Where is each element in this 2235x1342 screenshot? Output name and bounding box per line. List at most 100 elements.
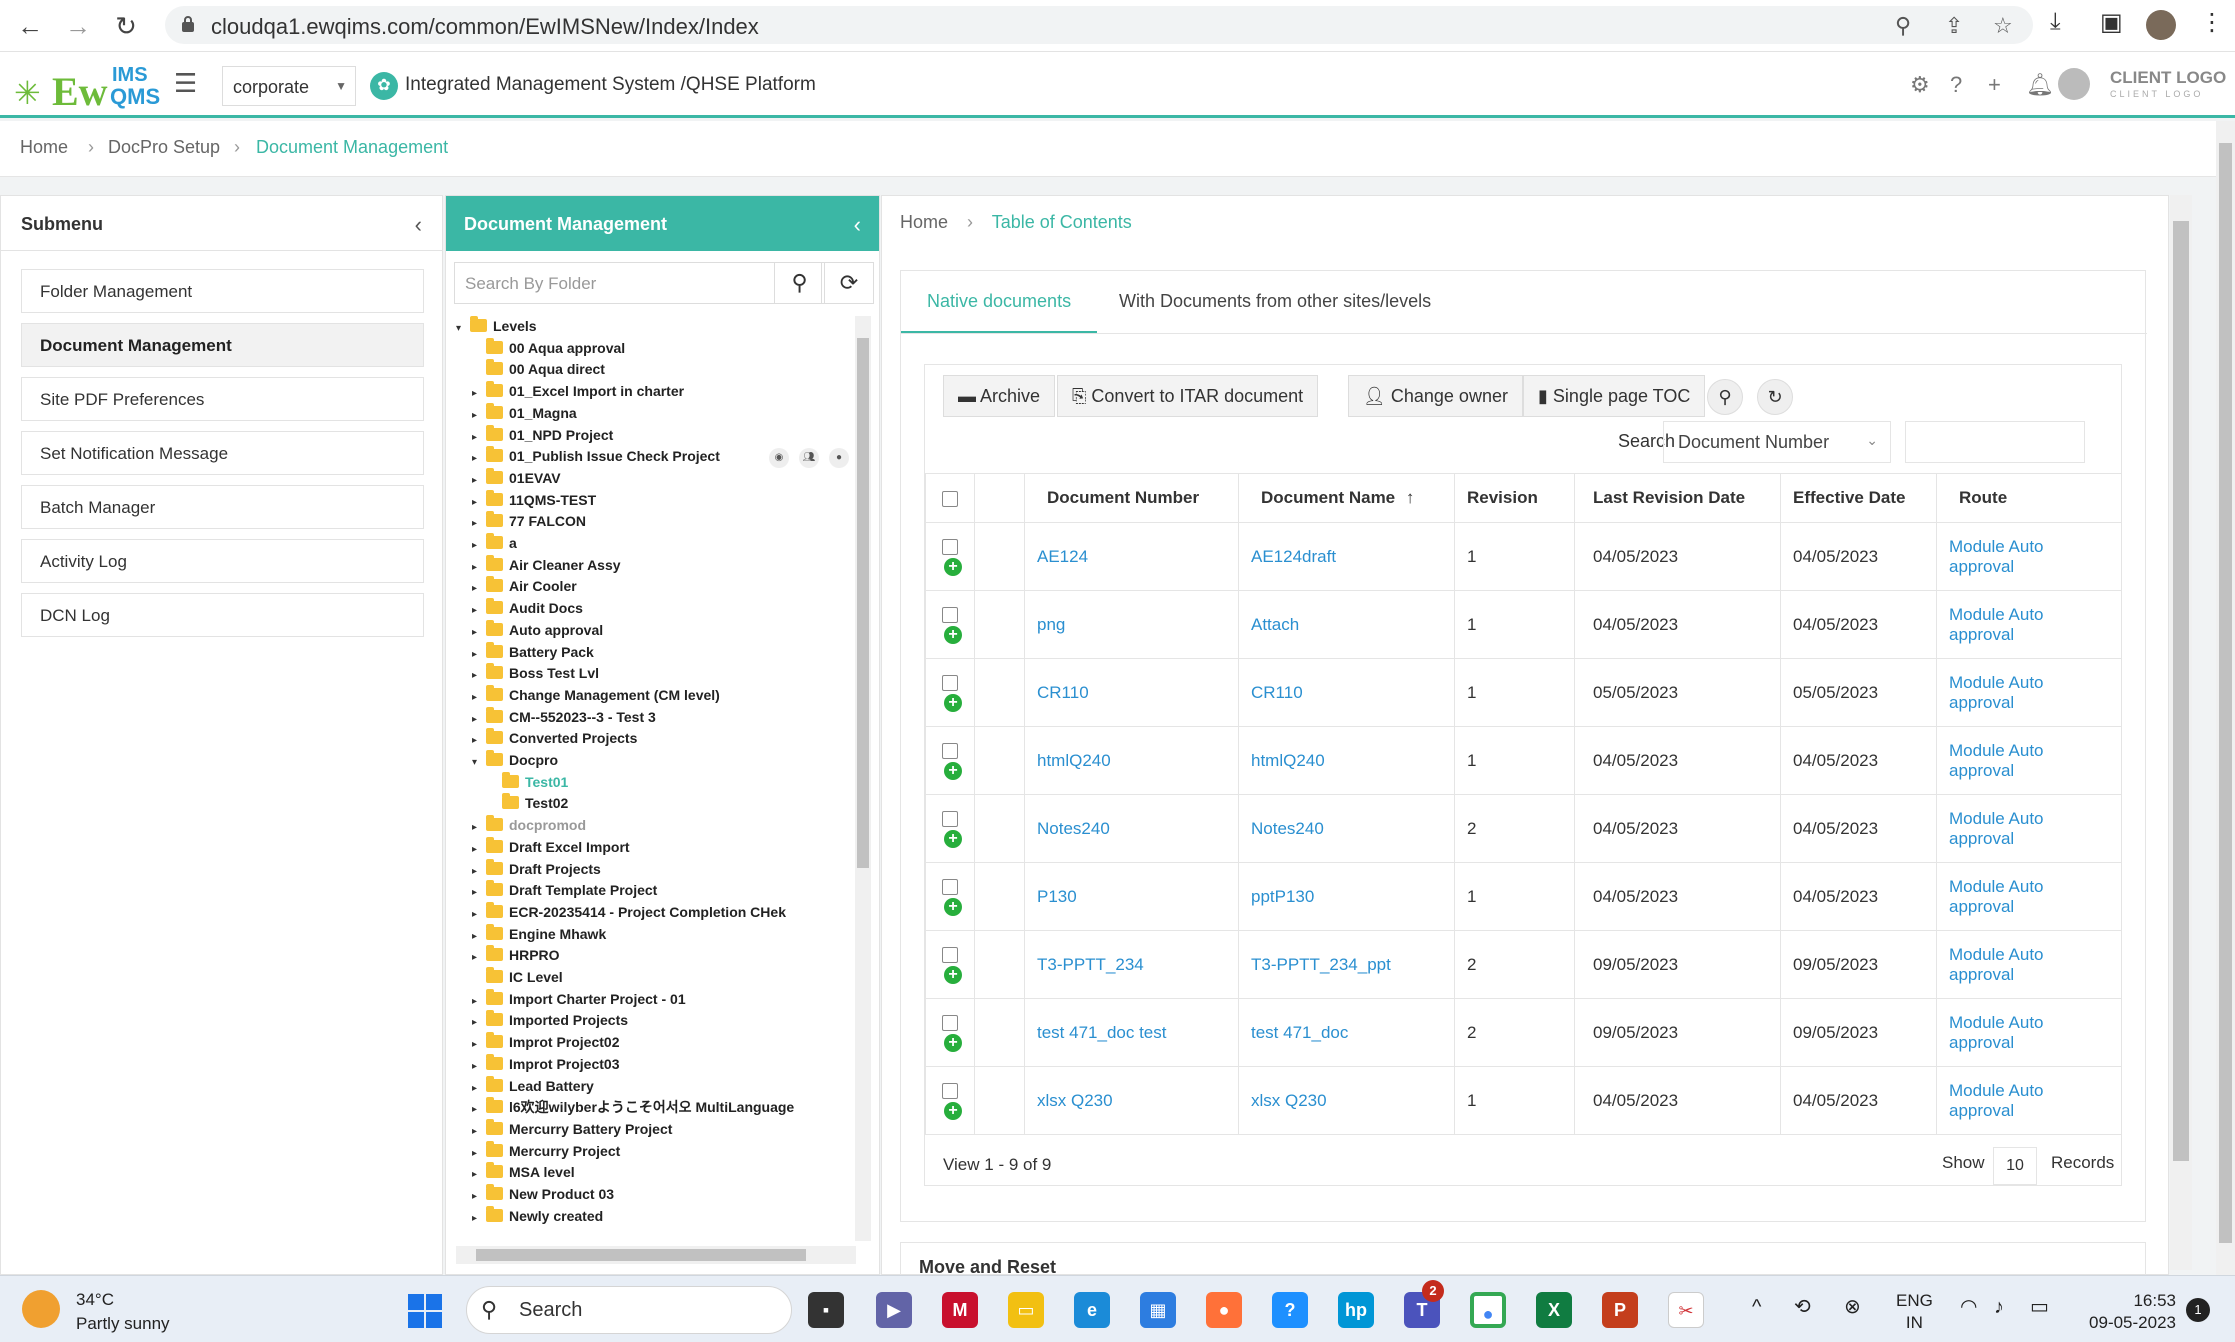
document-name-link[interactable]: xlsx Q230: [1251, 1091, 1327, 1110]
tree-node[interactable]: ▸ ECR-20235414 - Project Completion CHek: [472, 901, 786, 923]
document-number-link[interactable]: htmlQ240: [1037, 751, 1111, 770]
chrome-icon[interactable]: ●: [1470, 1292, 1506, 1328]
select-all-checkbox[interactable]: [942, 490, 958, 507]
tree-node[interactable]: ▸ Improt Project03: [472, 1053, 619, 1075]
edge-icon[interactable]: e: [1074, 1292, 1110, 1328]
help-icon[interactable]: ?: [1950, 72, 1962, 98]
tree-node[interactable]: ▸ a: [472, 533, 517, 554]
tree-node[interactable]: ▸ Mercurry Battery Project: [472, 1118, 672, 1140]
notification-center-badge[interactable]: 1: [2186, 1298, 2210, 1322]
page-scrollbar[interactable]: [2216, 121, 2235, 1276]
tree-node[interactable]: ▸ 77 FALCON: [472, 511, 586, 532]
globe-icon[interactable]: ◉: [769, 448, 789, 468]
hamburger-menu-icon[interactable]: ☰: [174, 68, 197, 99]
refresh-icon[interactable]: ⟳: [824, 262, 874, 304]
share-icon[interactable]: ⇪: [1945, 13, 1963, 39]
help-app-icon[interactable]: ?: [1272, 1292, 1308, 1328]
scroll-thumb[interactable]: [857, 338, 869, 868]
expand-row-icon[interactable]: +: [944, 898, 962, 917]
route-link[interactable]: Module Auto approval: [1949, 605, 2044, 644]
taskbar-search[interactable]: ⚲ Search: [466, 1286, 792, 1334]
row-checkbox[interactable]: [942, 607, 958, 624]
expand-caret-icon[interactable]: ▸: [472, 557, 486, 578]
tree-node[interactable]: ▸ Auto approval: [472, 619, 603, 643]
expand-caret-icon[interactable]: ▸: [472, 622, 486, 643]
expand-caret-icon[interactable]: ▸: [472, 448, 486, 469]
document-number-link[interactable]: png: [1037, 615, 1065, 634]
expand-caret-icon[interactable]: ▸: [472, 665, 486, 686]
page-size-select[interactable]: 10: [1993, 1147, 2037, 1185]
tree-node[interactable]: ▸ MSA level: [472, 1162, 575, 1183]
expand-row-icon[interactable]: +: [944, 1034, 962, 1053]
firefox-icon[interactable]: ●: [1206, 1292, 1242, 1328]
forward-icon[interactable]: →: [62, 10, 94, 42]
tree-node[interactable]: ▸ Engine Mhawk: [472, 923, 606, 945]
sidepanel-icon[interactable]: ▣: [2100, 8, 2123, 37]
tree-node[interactable]: ▸ Boss Test Lvl: [472, 663, 599, 684]
user-avatar[interactable]: [2058, 68, 2090, 100]
single-page-toc-button[interactable]: ▮ Single page TOC: [1523, 375, 1706, 417]
submenu-item-batch-manager[interactable]: Batch Manager: [21, 485, 424, 529]
convert-itar-button[interactable]: ⎘ Convert to ITAR document: [1057, 375, 1319, 417]
tree-node[interactable]: ▸ Mercurry Project: [472, 1140, 620, 1162]
table-row[interactable]: + png Attach 1 04/05/2023 04/05/2023 Module Au…: [925, 590, 2122, 659]
tree-node[interactable]: Test02: [488, 793, 568, 814]
mcafee-icon[interactable]: M: [942, 1292, 978, 1328]
submenu-item-site-pdf-preferences[interactable]: Site PDF Preferences: [21, 377, 424, 421]
tree-node[interactable]: ▸ Draft Projects: [472, 858, 601, 880]
expand-caret-icon[interactable]: ▸: [472, 600, 486, 621]
document-name-link[interactable]: T3-PPTT_234_ppt: [1251, 955, 1391, 974]
row-checkbox[interactable]: [942, 811, 958, 828]
expand-caret-icon[interactable]: ▸: [472, 383, 486, 404]
expand-caret-icon[interactable]: ▸: [472, 1078, 486, 1099]
document-number-link[interactable]: Notes240: [1037, 819, 1110, 838]
row-checkbox[interactable]: [942, 879, 958, 896]
document-number-link[interactable]: CR110: [1037, 683, 1089, 702]
mcafee-tray-icon[interactable]: ⊗: [1844, 1296, 1861, 1318]
search-icon[interactable]: ⚲: [1707, 379, 1743, 415]
tree-node[interactable]: ▾ Levels: [456, 316, 537, 337]
change-owner-button[interactable]: 👤︎ Change owner: [1348, 375, 1523, 417]
expand-row-icon[interactable]: +: [944, 626, 962, 645]
reload-icon[interactable]: ↻: [110, 10, 142, 42]
tree-node[interactable]: ▸ docpromod: [472, 815, 586, 836]
more-menu-icon[interactable]: ⋮: [2200, 8, 2224, 37]
route-link[interactable]: Module Auto approval: [1949, 945, 2044, 984]
row-checkbox[interactable]: [942, 675, 958, 692]
route-link[interactable]: Module Auto approval: [1949, 537, 2044, 576]
table-row[interactable]: + Notes240 Notes240 2 04/05/2023 04/05/2023 Mo…: [925, 794, 2122, 863]
folder-search-input[interactable]: Search By Folder: [454, 262, 822, 304]
tree-node[interactable]: ▸ Audit Docs: [472, 598, 583, 619]
expand-caret-icon[interactable]: ▸: [472, 991, 486, 1012]
scroll-thumb[interactable]: [476, 1249, 806, 1261]
back-icon[interactable]: ←: [14, 10, 46, 42]
tree-node[interactable]: 00 Aqua approval: [472, 337, 625, 359]
table-row[interactable]: + T3-PPTT_234 T3-PPTT_234_ppt 2 09/05/2023 09…: [925, 930, 2122, 999]
expand-caret-icon[interactable]: ▸: [472, 947, 486, 968]
route-link[interactable]: Module Auto approval: [1949, 741, 2044, 780]
language-indicator[interactable]: ENG IN: [1896, 1290, 1933, 1334]
expand-caret-icon[interactable]: ▸: [472, 1186, 486, 1207]
task-view-icon[interactable]: ▪: [808, 1292, 844, 1328]
submenu-item-folder-management[interactable]: Folder Management: [21, 269, 424, 313]
table-row[interactable]: + xlsx Q230 xlsx Q230 1 04/05/2023 04/05/2023…: [925, 1066, 2122, 1135]
tree-node[interactable]: ▸ 11QMS-TEST: [472, 489, 596, 513]
archive-button[interactable]: ▬ Archive: [943, 375, 1056, 417]
refresh-icon[interactable]: ↻: [1757, 379, 1793, 415]
ewqims-logo[interactable]: ✳ Ew IMS QMS: [14, 62, 160, 114]
search-field-select[interactable]: Document Number ⌄: [1663, 421, 1891, 463]
tree-node[interactable]: ▸ HRPRO: [472, 945, 560, 966]
route-link[interactable]: Module Auto approval: [1949, 877, 2044, 916]
teams-chat-icon[interactable]: ▶: [876, 1292, 912, 1328]
expand-caret-icon[interactable]: ▸: [472, 839, 486, 860]
expand-row-icon[interactable]: +: [944, 762, 962, 781]
submenu-item-document-management[interactable]: Document Management: [21, 323, 424, 367]
weather-sun-icon[interactable]: [22, 1290, 60, 1328]
expand-row-icon[interactable]: +: [944, 830, 962, 849]
expand-caret-icon[interactable]: ▸: [472, 492, 486, 513]
file-explorer-icon[interactable]: ▭: [1008, 1292, 1044, 1328]
expand-caret-icon[interactable]: ▸: [472, 687, 486, 708]
row-checkbox[interactable]: [942, 743, 958, 760]
document-number-link[interactable]: xlsx Q230: [1037, 1091, 1113, 1110]
volume-icon[interactable]: ♪: [1994, 1296, 2004, 1318]
